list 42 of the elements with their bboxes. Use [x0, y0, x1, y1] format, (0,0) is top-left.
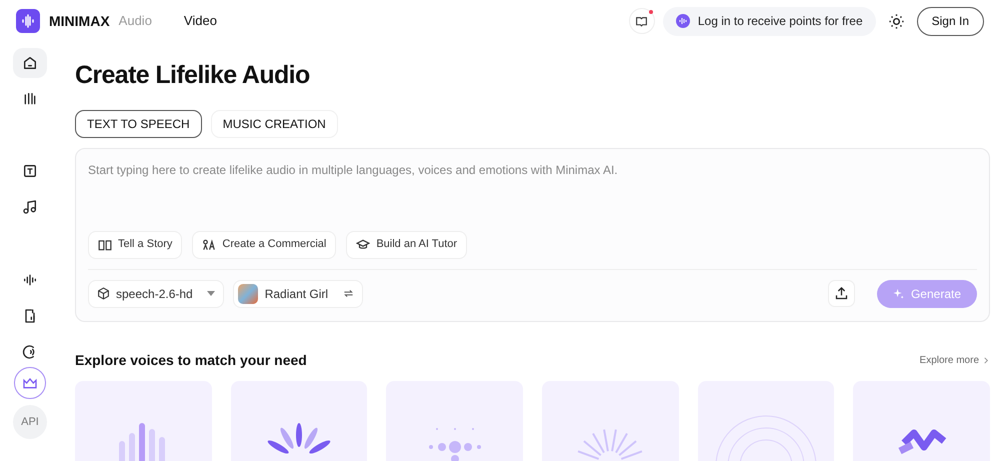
sidebar-item[interactable]: [13, 48, 47, 78]
guide-button[interactable]: [628, 8, 655, 34]
prompt-chip[interactable]: Tell a Story: [88, 230, 182, 258]
model-dropdown[interactable]: speech-2.6-hd: [88, 280, 224, 308]
waveform-icon: [22, 272, 38, 288]
book-icon: [98, 238, 112, 252]
chevron-right-icon: [983, 357, 990, 364]
home-icon: [22, 55, 38, 71]
sign-in-button[interactable]: Sign In: [916, 6, 984, 36]
voice-selector[interactable]: Radiant Girl: [232, 280, 364, 308]
page-title: Create Lifelike Audio: [75, 60, 311, 91]
tab[interactable]: MUSIC CREATION: [210, 110, 338, 138]
upload-icon: [834, 286, 849, 301]
voice-card[interactable]: [230, 381, 368, 461]
login-rewards-button[interactable]: Log in to receive points for free: [662, 6, 876, 36]
api-button[interactable]: API: [13, 405, 47, 439]
book-icon: [635, 14, 648, 28]
brand-name: MINIMAX: [49, 12, 110, 30]
waveform-icon: [676, 14, 690, 28]
voice-avatar: [238, 284, 258, 304]
music-note-icon: [22, 199, 38, 215]
upload-button[interactable]: [828, 280, 855, 307]
voice-card[interactable]: [853, 381, 990, 461]
explore-more-link[interactable]: Explore more: [920, 353, 990, 368]
sun-icon[interactable]: [888, 12, 905, 30]
nav-link[interactable]: Video: [184, 11, 217, 31]
section-title: Explore voices to match your need: [75, 351, 307, 370]
tab[interactable]: TEXT TO SPEECH: [75, 110, 202, 138]
text-input-field[interactable]: Start typing here to create lifelike audio in multiple languages, voices and emotions with Minimax AI. Tell a Story Create a Commercial Build an AI Tutor speech-2.6-hd Radiant Girl Generate: [75, 148, 990, 322]
prompt-chip[interactable]: Create a Commercial: [192, 230, 336, 258]
caret-icon: [206, 291, 215, 296]
premium-button[interactable]: [14, 367, 46, 399]
logo-icon[interactable]: [16, 9, 40, 33]
cube-icon: [97, 287, 110, 300]
library-icon: [22, 91, 38, 107]
text-speech-icon: [22, 163, 38, 179]
sparkle-icon: [892, 288, 904, 299]
product-name: Audio: [118, 12, 152, 30]
prompt-chip[interactable]: Build an AI Tutor: [346, 230, 468, 258]
swap-icon: [343, 288, 354, 299]
graduation-cap-icon: [356, 238, 370, 252]
person-letter-icon: [202, 238, 216, 252]
